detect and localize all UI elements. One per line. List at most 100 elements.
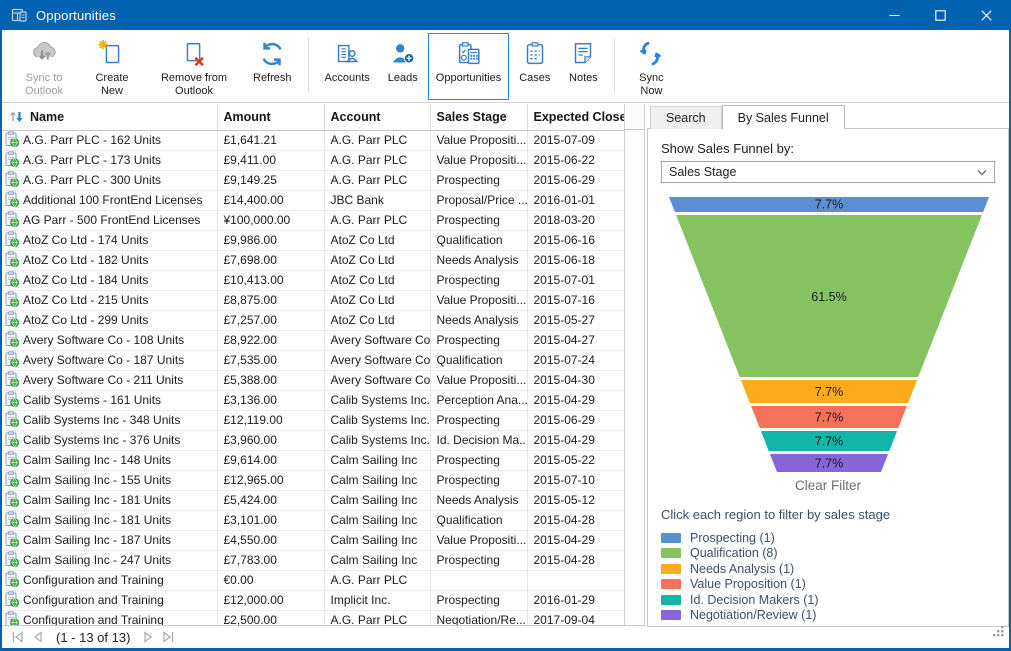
refresh-button[interactable]: Refresh [245,33,300,100]
name-cell: AtoZ Co Ltd - 184 Units [2,270,217,290]
account-cell: Calm Sailing Inc [324,450,430,470]
remove-from-outlook-icon [179,39,209,69]
table-row[interactable]: Additional 100 FrontEnd Licenses£14,400.… [2,190,624,210]
leads-button[interactable]: Leads [380,33,426,100]
table-row[interactable]: Avery Software Co - 108 Units£8,922.00Av… [2,330,624,350]
date-cell: 2015-06-29 [527,170,624,190]
window-title: Opportunities [36,8,116,23]
legend-item-id-decision-makers: Id. Decision Makers (1) [661,592,995,608]
column-header-account[interactable]: Account [324,104,430,130]
accounts-icon [332,39,362,69]
table-row[interactable]: AG Parr - 500 FrontEnd Licenses¥100,000.… [2,210,624,230]
opportunity-clipboard-globe-icon [5,251,19,270]
opportunities-button[interactable]: Opportunities [428,33,509,100]
table-row[interactable]: AtoZ Co Ltd - 182 Units£7,698.00AtoZ Co … [2,250,624,270]
opportunity-name: Calm Sailing Inc - 155 Units [23,473,171,487]
stage-cell: Prospecting [430,170,527,190]
notes-button[interactable]: Notes [560,33,606,100]
table-row[interactable]: Calm Sailing Inc - 155 Units£12,965.00Ca… [2,470,624,490]
stage-cell: Perception Ana... [430,390,527,410]
opportunity-name: AtoZ Co Ltd - 299 Units [23,313,148,327]
table-row[interactable]: Calm Sailing Inc - 247 Units£7,783.00Cal… [2,550,624,570]
amount-cell: £3,960.00 [217,430,324,450]
maximize-button[interactable] [917,0,963,30]
account-cell: A.G. Parr PLC [324,570,430,590]
table-row[interactable]: Avery Software Co - 211 Units£5,388.00Av… [2,370,624,390]
opportunity-clipboard-globe-icon [5,391,19,410]
accounts-button[interactable]: Accounts [317,33,378,100]
date-cell: 2015-07-16 [527,290,624,310]
table-row[interactable]: Calib Systems - 161 Units£3,136.00Calib … [2,390,624,410]
table-row[interactable]: A.G. Parr PLC - 300 Units£9,149.25A.G. P… [2,170,624,190]
name-cell: Calib Systems - 161 Units [2,390,217,410]
sales-funnel-by-select[interactable]: Sales Stage [661,161,995,183]
selected-option: Sales Stage [669,165,736,179]
first-page-button[interactable] [8,628,28,646]
column-header-name[interactable]: Name [2,104,217,130]
table-row[interactable]: Calm Sailing Inc - 181 Units£5,424.00Cal… [2,490,624,510]
date-cell: 2015-07-24 [527,350,624,370]
opportunity-name: AtoZ Co Ltd - 215 Units [23,293,148,307]
toolbar-button-label: Sync to Outlook [17,72,71,97]
remove-from-outlook-button[interactable]: Remove from Outlook [145,33,243,100]
last-page-button[interactable] [158,628,178,646]
table-row[interactable]: A.G. Parr PLC - 173 Units£9,411.00A.G. P… [2,150,624,170]
toolbar-button-label: Opportunities [436,72,501,85]
table-row[interactable]: AtoZ Co Ltd - 215 Units£8,875.00AtoZ Co … [2,290,624,310]
table-row[interactable]: Calm Sailing Inc - 181 Units£3,101.00Cal… [2,510,624,530]
table-row[interactable]: AtoZ Co Ltd - 184 Units£10,413.00AtoZ Co… [2,270,624,290]
legend-item-value-proposition: Value Proposition (1) [661,577,995,593]
column-header-sales-stage[interactable]: Sales Stage [430,104,527,130]
next-page-button[interactable] [138,628,158,646]
pager-bar: (1 - 13 of 13) [2,625,646,648]
column-header-amount[interactable]: Amount [217,104,324,130]
table-row[interactable]: AtoZ Co Ltd - 174 Units£9,986.00AtoZ Co … [2,230,624,250]
table-row[interactable]: Calm Sailing Inc - 148 Units£9,614.00Cal… [2,450,624,470]
tab-search[interactable]: Search [650,106,722,129]
table-row[interactable]: Calib Systems Inc - 348 Units£12,119.00C… [2,410,624,430]
opportunity-name: A.G. Parr PLC - 162 Units [23,133,161,147]
account-cell: Avery Software Co [324,350,430,370]
table-row[interactable]: Calib Systems Inc - 376 Units£3,960.00Ca… [2,430,624,450]
grid-scrollbar-track[interactable] [624,104,645,625]
funnel-percent-label: 7.7% [815,457,844,471]
name-cell: Calm Sailing Inc - 181 Units [2,510,217,530]
account-cell: Calib Systems Inc. [324,390,430,410]
grid-header-row: Name Amount Account Sales Stage Expected… [2,104,624,130]
toolbar-button-label: Notes [569,72,598,85]
resize-grip[interactable] [992,624,1004,642]
amount-cell: ¥100,000.00 [217,210,324,230]
account-cell: Calm Sailing Inc [324,490,430,510]
close-button[interactable] [963,0,1009,30]
previous-page-button[interactable] [28,628,48,646]
minimize-button[interactable] [871,0,917,30]
opportunity-name: AtoZ Co Ltd - 182 Units [23,253,148,267]
table-row[interactable]: Avery Software Co - 187 Units£7,535.00Av… [2,350,624,370]
toolbar-button-label: Accounts [325,72,370,85]
name-cell: Calm Sailing Inc - 247 Units [2,550,217,570]
stage-cell: Prospecting [430,450,527,470]
name-cell: Calm Sailing Inc - 148 Units [2,450,217,470]
sync-to-outlook-button[interactable]: Sync to Outlook [9,33,79,100]
clear-filter-button[interactable]: Clear Filter [661,478,995,493]
sales-funnel-panel: SearchBy Sales Funnel Show Sales Funnel … [647,105,1009,631]
legend-swatch [661,564,681,574]
stage-cell: Value Propositi... [430,130,527,150]
table-row[interactable]: Calm Sailing Inc - 187 Units£4,550.00Cal… [2,530,624,550]
legend-label: Qualification (8) [690,546,778,560]
table-row[interactable]: A.G. Parr PLC - 162 Units£1,641.21A.G. P… [2,130,624,150]
table-row[interactable]: AtoZ Co Ltd - 299 Units£7,257.00AtoZ Co … [2,310,624,330]
tab-by-sales-funnel[interactable]: By Sales Funnel [722,105,845,129]
table-row[interactable]: Configuration and Training£12,000.00Impl… [2,590,624,610]
table-row[interactable]: Configuration and Training€0.00A.G. Parr… [2,570,624,590]
opportunity-clipboard-globe-icon [5,311,19,330]
legend-label: Negotiation/Review (1) [690,608,816,622]
first-page-icon [11,630,25,644]
cases-button[interactable]: Cases [511,33,558,100]
sync-now-button[interactable]: Sync Now [623,33,679,100]
stage-cell: Needs Analysis [430,490,527,510]
toolbar: Sync to Outlook Create New Remove from O… [2,30,1009,103]
create-new-button[interactable]: Create New [81,33,143,100]
column-header-expected-close-date[interactable]: Expected Close Date [527,104,624,130]
amount-cell: £7,535.00 [217,350,324,370]
